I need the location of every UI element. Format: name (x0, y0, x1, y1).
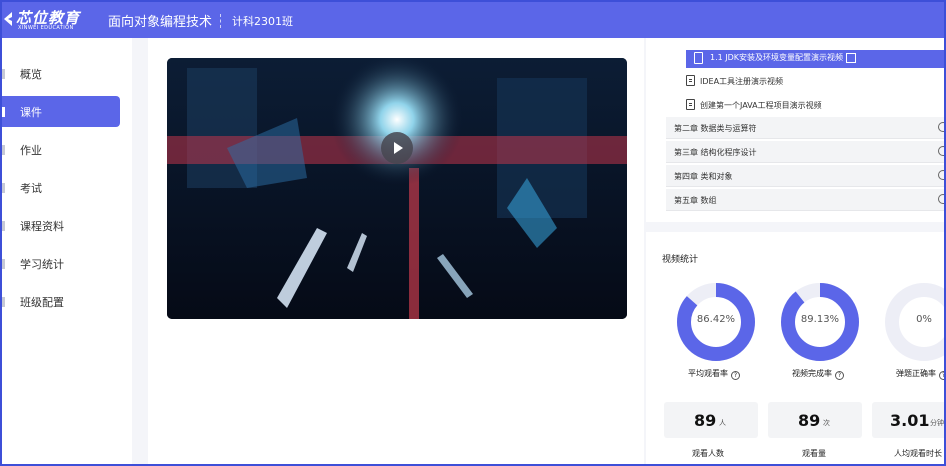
help-icon[interactable]: ? (939, 371, 944, 380)
donut-label: 弹题正确率? (896, 368, 944, 380)
donut-quiz-accuracy: 0% (884, 282, 944, 362)
play-icon[interactable] (381, 132, 413, 164)
chapter-title: 第四章 类和对象 (674, 172, 733, 181)
logo-mark-icon (4, 12, 12, 26)
video-player[interactable] (167, 58, 627, 319)
external-link-icon[interactable] (846, 53, 856, 63)
sidebar-item-label: 班级配置 (20, 296, 64, 309)
stats-title: 视频统计 (662, 255, 699, 265)
stat-number: 3.01 (890, 411, 930, 430)
chapter-item[interactable]: 第四章 类和对象 (666, 165, 944, 187)
chapter-item[interactable]: 第三章 结构化程序设计 (666, 141, 944, 163)
donut-value: 0% (916, 314, 932, 325)
sidebar-item-label: 概览 (20, 68, 42, 81)
nav-marker (2, 69, 5, 79)
help-icon[interactable]: ? (835, 371, 844, 380)
stat-box-views: 89 次 (768, 402, 862, 438)
current-lesson-item[interactable]: 1.1 JDK安装及环境变量配置演示视频 (686, 50, 944, 68)
clock-icon (938, 146, 944, 156)
sidebar-item-class-config[interactable]: 班级配置 (2, 286, 120, 317)
nav-marker (2, 145, 5, 155)
section-divider (646, 222, 944, 232)
right-panel: 1.1 JDK安装及环境变量配置演示视频 IDEA工具注册演示视频 创建第一个J… (646, 38, 944, 464)
top-bar: 芯位教育 XINWEI EDUCATION 面向对象编程技术 计科2301班 (2, 2, 944, 38)
stat-unit: 分钟 (930, 419, 944, 427)
lesson-item[interactable]: IDEA工具注册演示视频 (686, 72, 944, 90)
header-divider (220, 14, 221, 28)
lesson-item[interactable]: 创建第一个JAVA工程项目演示视频 (686, 96, 944, 114)
sidebar-item-exam[interactable]: 考试 (2, 172, 120, 203)
stat-box-viewers: 89 人 (664, 402, 758, 438)
main-content (148, 38, 644, 464)
sidebar-item-label: 作业 (20, 144, 42, 157)
sidebar: 概览 课件 作业 考试 课程资料 学习统计 班级配置 (2, 38, 132, 464)
sidebar-item-label: 课程资料 (20, 220, 64, 233)
stat-label: 人均观看时长 (894, 449, 942, 458)
nav-marker (2, 297, 5, 307)
app-window: 芯位教育 XINWEI EDUCATION 面向对象编程技术 计科2301班 概… (0, 0, 946, 466)
current-lesson-title: 1.1 JDK安装及环境变量配置演示视频 (710, 53, 844, 62)
logo[interactable]: 芯位教育 XINWEI EDUCATION (4, 6, 90, 34)
sidebar-item-label: 课件 (20, 106, 42, 119)
lesson-title: 创建第一个JAVA工程项目演示视频 (700, 101, 822, 110)
donut-value: 86.42% (696, 314, 736, 325)
chapter-title: 第三章 结构化程序设计 (674, 148, 757, 157)
chapter-title: 第五章 数组 (674, 196, 717, 205)
sidebar-item-label: 学习统计 (20, 258, 64, 271)
sidebar-item-overview[interactable]: 概览 (2, 58, 120, 89)
clock-icon (938, 194, 944, 204)
clock-icon (938, 170, 944, 180)
lesson-title: IDEA工具注册演示视频 (700, 77, 784, 86)
donut-completion-rate: 89.13% (780, 282, 860, 362)
stat-number: 89 (694, 411, 717, 430)
help-icon[interactable]: ? (731, 371, 740, 380)
sidebar-item-homework[interactable]: 作业 (2, 134, 120, 165)
sidebar-item-courseware[interactable]: 课件 (2, 96, 120, 127)
course-title: 面向对象编程技术 (108, 15, 213, 30)
chapter-title: 第二章 数据类与运算符 (674, 124, 757, 133)
sidebar-item-label: 考试 (20, 182, 42, 195)
stat-number: 89 (798, 411, 821, 430)
video-frame (167, 58, 627, 319)
class-name[interactable]: 计科2301班 (232, 13, 293, 29)
stat-label: 观看人数 (692, 449, 724, 458)
clock-icon (938, 122, 944, 132)
nav-marker (2, 221, 5, 231)
donut-avg-watch-rate: 86.42% (676, 282, 756, 362)
sidebar-item-learning-stats[interactable]: 学习统计 (2, 248, 120, 279)
video-doc-icon (694, 52, 703, 64)
stat-label: 观看量 (802, 449, 826, 458)
chapter-item[interactable]: 第二章 数据类与运算符 (666, 117, 944, 139)
video-doc-icon (686, 75, 695, 86)
sidebar-item-materials[interactable]: 课程资料 (2, 210, 120, 241)
donut-label: 视频完成率? (792, 368, 844, 380)
stat-box-avg-duration: 3.01 分钟 (872, 402, 944, 438)
nav-marker (2, 259, 5, 269)
chapter-item[interactable]: 第五章 数组 (666, 189, 944, 211)
stat-unit: 人 (719, 419, 726, 427)
logo-subtext: XINWEI EDUCATION (18, 25, 74, 31)
nav-marker (2, 107, 5, 117)
donut-value: 89.13% (800, 314, 840, 325)
stat-unit: 次 (823, 419, 830, 427)
nav-marker (2, 183, 5, 193)
donut-label: 平均观看率? (688, 368, 740, 380)
video-doc-icon (686, 99, 695, 110)
